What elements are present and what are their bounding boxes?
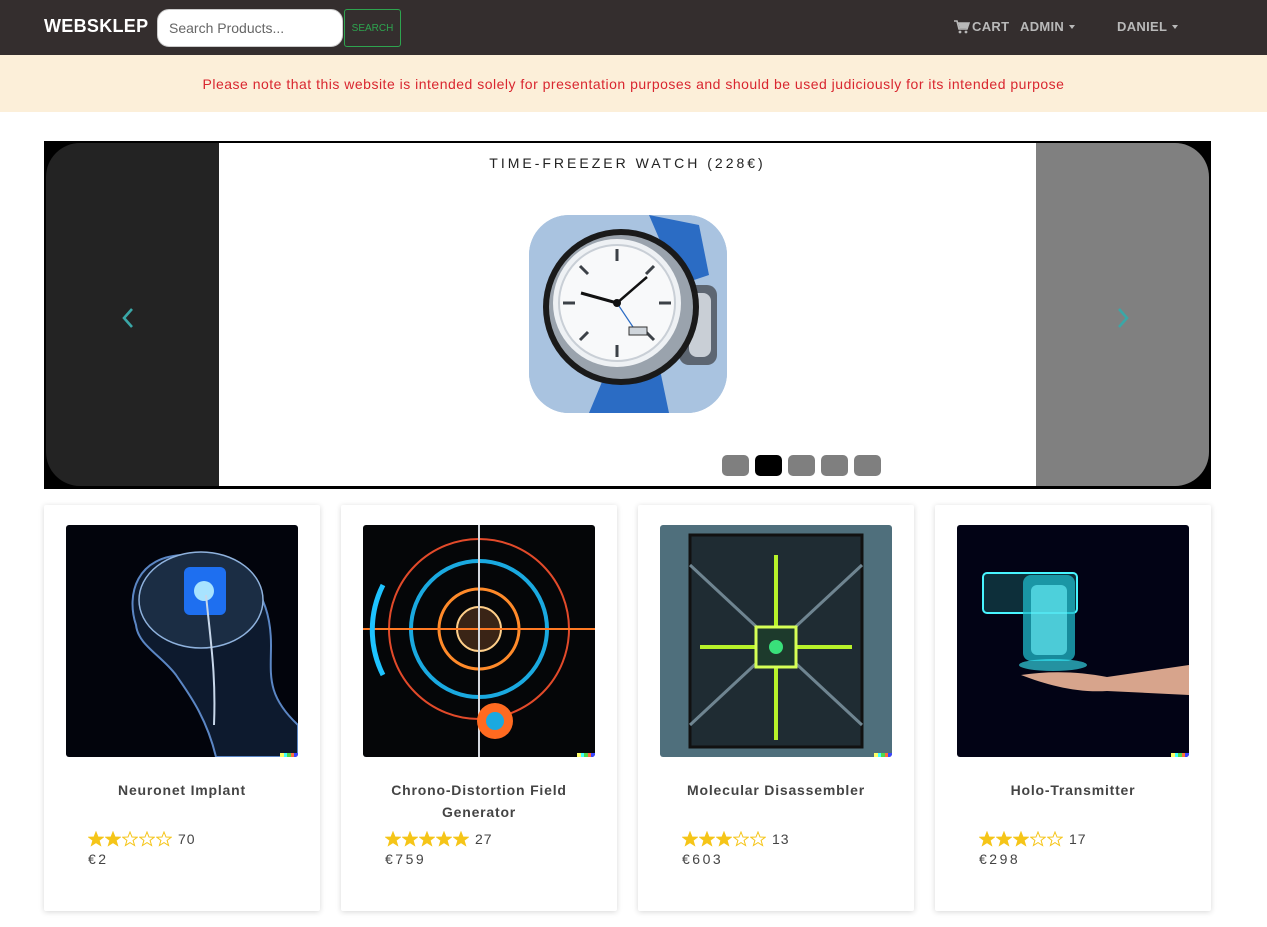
- star-empty-icon: [156, 831, 172, 847]
- product-title[interactable]: Molecular Disassembler: [658, 779, 894, 801]
- product-title[interactable]: Chrono-Distortion Field Generator: [361, 779, 597, 823]
- star-empty-icon: [1030, 831, 1046, 847]
- star-empty-icon: [1047, 831, 1063, 847]
- carousel-indicator[interactable]: [722, 455, 749, 476]
- product-image[interactable]: [957, 525, 1189, 757]
- product-price: €603: [682, 851, 724, 867]
- review-count: 70: [178, 831, 196, 847]
- star-empty-icon: [139, 831, 155, 847]
- star-filled-icon: [105, 831, 121, 847]
- carousel-indicator[interactable]: [821, 455, 848, 476]
- product-price: €759: [385, 851, 427, 867]
- search-input[interactable]: [157, 9, 343, 47]
- product-card[interactable]: Chrono-Distortion Field Generator 27 €75…: [341, 505, 617, 911]
- product-rating: 27: [385, 831, 493, 847]
- carousel-inner: TIME-FREEZER WATCH (228€): [46, 143, 1209, 486]
- star-empty-icon: [750, 831, 766, 847]
- product-carousel: TIME-FREEZER WATCH (228€): [44, 141, 1211, 489]
- product-rating: 17: [979, 831, 1087, 847]
- star-filled-icon: [419, 831, 435, 847]
- product-image[interactable]: [660, 525, 892, 757]
- user-label: DANIEL: [1117, 19, 1168, 34]
- cart-icon: [954, 19, 970, 33]
- chevron-right-icon[interactable]: [1115, 306, 1131, 330]
- review-count: 17: [1069, 831, 1087, 847]
- product-card[interactable]: Holo-Transmitter 17 €298: [935, 505, 1211, 911]
- admin-dropdown[interactable]: ADMIN: [1020, 19, 1076, 34]
- star-filled-icon: [385, 831, 401, 847]
- star-filled-icon: [682, 831, 698, 847]
- product-rating: 13: [682, 831, 790, 847]
- cart-label: CART: [972, 19, 1010, 34]
- product-rating: 70: [88, 831, 196, 847]
- image-watermark: [1171, 753, 1189, 757]
- caret-down-icon: [1172, 25, 1179, 29]
- star-filled-icon: [979, 831, 995, 847]
- star-filled-icon: [716, 831, 732, 847]
- notice-banner: Please note that this website is intende…: [0, 55, 1267, 112]
- disassembler-illustration: [660, 525, 892, 757]
- watch-illustration: [529, 215, 727, 413]
- neuronet-illustration: [66, 525, 298, 757]
- star-empty-icon: [733, 831, 749, 847]
- user-dropdown[interactable]: DANIEL: [1117, 19, 1179, 34]
- carousel-indicator[interactable]: [854, 455, 881, 476]
- review-count: 13: [772, 831, 790, 847]
- carousel-indicators: [722, 455, 881, 476]
- image-watermark: [577, 753, 595, 757]
- product-card[interactable]: Neuronet Implant 70 €2: [44, 505, 320, 911]
- search-button[interactable]: SEARCH: [344, 9, 401, 47]
- product-title[interactable]: Neuronet Implant: [64, 779, 300, 801]
- star-filled-icon: [996, 831, 1012, 847]
- navbar: WEBSKLEP SEARCH CART ADMIN DANIEL: [0, 0, 1267, 55]
- brand-logo[interactable]: WEBSKLEP: [44, 16, 148, 37]
- star-filled-icon: [88, 831, 104, 847]
- admin-label: ADMIN: [1020, 19, 1065, 34]
- star-filled-icon: [699, 831, 715, 847]
- product-card[interactable]: Molecular Disassembler 13 €603: [638, 505, 914, 911]
- chevron-left-icon[interactable]: [120, 306, 136, 330]
- product-price: €2: [88, 851, 109, 867]
- product-image[interactable]: [363, 525, 595, 757]
- cart-link[interactable]: CART: [954, 19, 1009, 34]
- product-price: €298: [979, 851, 1021, 867]
- holo-illustration: [957, 525, 1189, 757]
- review-count: 27: [475, 831, 493, 847]
- carousel-indicator[interactable]: [788, 455, 815, 476]
- notice-text: Please note that this website is intende…: [202, 75, 1065, 92]
- star-filled-icon: [1013, 831, 1029, 847]
- caret-down-icon: [1069, 25, 1076, 29]
- carousel-indicator[interactable]: [755, 455, 782, 476]
- star-filled-icon: [453, 831, 469, 847]
- watch-image[interactable]: [529, 215, 727, 413]
- star-empty-icon: [122, 831, 138, 847]
- image-watermark: [280, 753, 298, 757]
- carousel-slide[interactable]: TIME-FREEZER WATCH (228€): [219, 143, 1036, 486]
- slide-caption: TIME-FREEZER WATCH (228€): [489, 155, 766, 171]
- star-filled-icon: [436, 831, 452, 847]
- product-title[interactable]: Holo-Transmitter: [955, 779, 1191, 801]
- image-watermark: [874, 753, 892, 757]
- star-filled-icon: [402, 831, 418, 847]
- product-image[interactable]: [66, 525, 298, 757]
- chrono-illustration: [363, 525, 595, 757]
